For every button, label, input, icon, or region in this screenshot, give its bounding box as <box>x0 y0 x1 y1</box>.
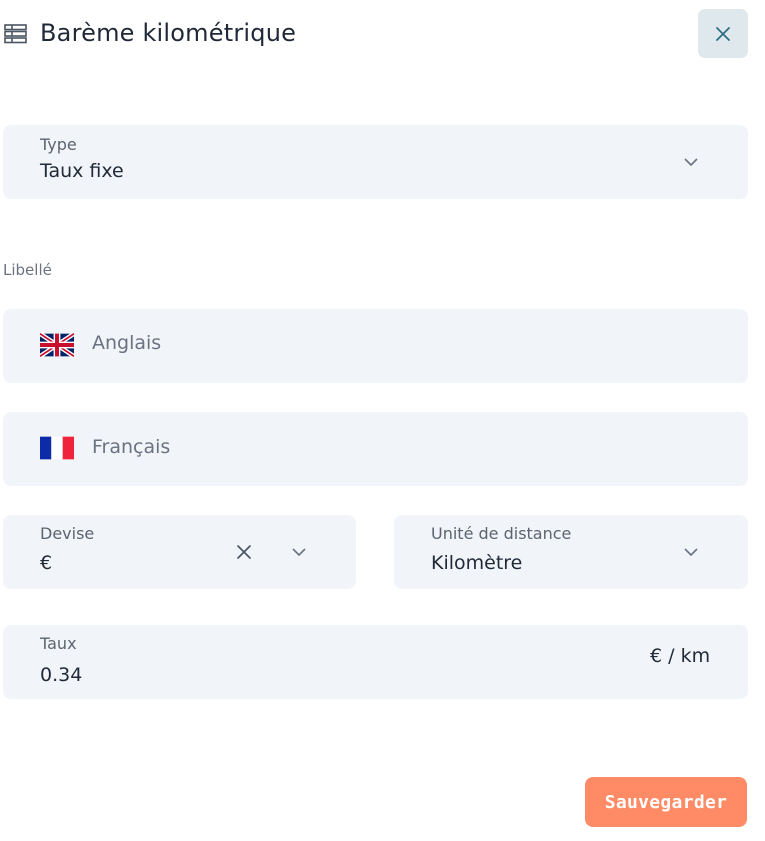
page-title: Barème kilométrique <box>40 19 297 47</box>
distance-unit-select[interactable]: Unité de distance Kilomètre <box>394 515 748 589</box>
type-value: Taux fixe <box>40 160 124 182</box>
save-button[interactable]: Sauvegarder <box>585 777 747 827</box>
type-select[interactable]: Type Taux fixe <box>3 125 748 199</box>
chevron-down-icon[interactable] <box>292 548 306 556</box>
close-button[interactable] <box>698 9 748 58</box>
currency-select[interactable]: Devise € <box>3 515 356 589</box>
rate-label: Taux <box>40 634 77 653</box>
rate-value: 0.34 <box>40 664 83 686</box>
clear-icon[interactable] <box>236 544 252 560</box>
close-icon <box>716 26 730 41</box>
distance-unit-label: Unité de distance <box>431 524 572 543</box>
table-icon <box>4 24 27 44</box>
distance-unit-value: Kilomètre <box>431 552 523 574</box>
rate-input[interactable]: Taux 0.34 <box>3 625 748 699</box>
chevron-down-icon[interactable] <box>684 548 698 556</box>
english-label-placeholder: Anglais <box>92 332 162 354</box>
type-label: Type <box>40 135 77 154</box>
currency-label: Devise <box>40 524 95 543</box>
libelle-label: Libellé <box>3 261 52 279</box>
currency-value: € <box>40 552 53 574</box>
rate-unit-suffix: € / km <box>650 645 711 667</box>
france-flag-icon <box>40 436 74 460</box>
chevron-down-icon[interactable] <box>684 158 698 166</box>
uk-flag-icon <box>40 332 74 358</box>
french-label-placeholder: Français <box>92 436 171 458</box>
